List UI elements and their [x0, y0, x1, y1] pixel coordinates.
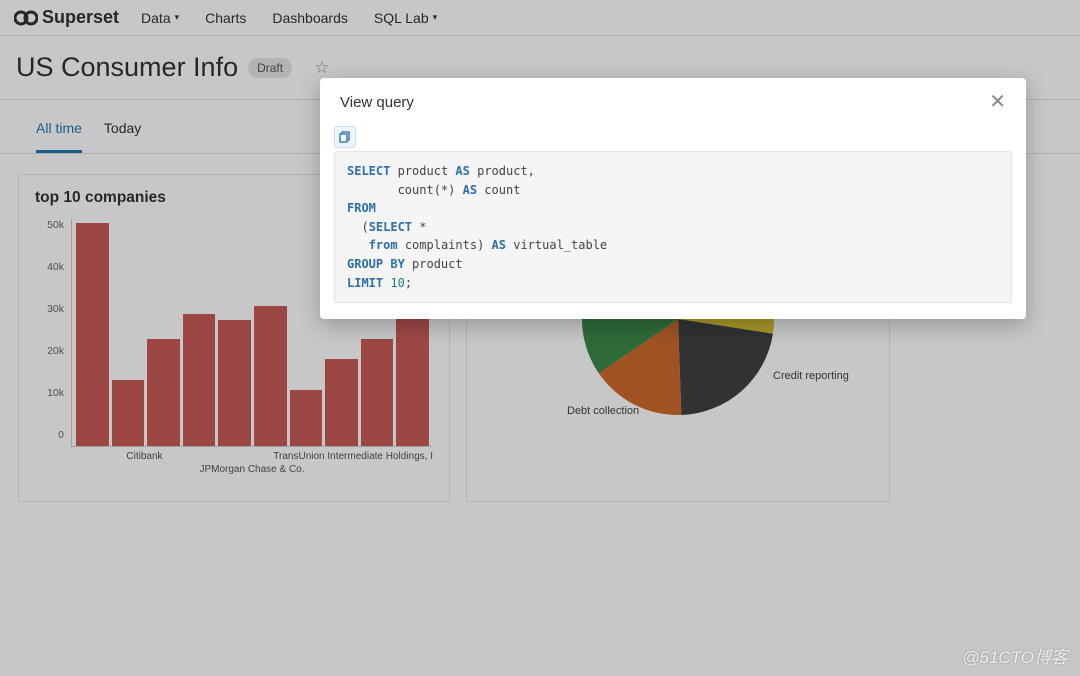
copy-query-button[interactable]: [334, 126, 356, 148]
sql-code-block: SELECT product AS product, count(*) AS c…: [334, 151, 1012, 303]
watermark: @51CTO博客: [962, 643, 1068, 668]
modal-title: View query: [340, 94, 414, 111]
view-query-modal: View query ✕ SELECT product AS product, …: [320, 78, 1026, 319]
copy-icon: [339, 131, 351, 143]
close-icon[interactable]: ✕: [989, 92, 1006, 112]
